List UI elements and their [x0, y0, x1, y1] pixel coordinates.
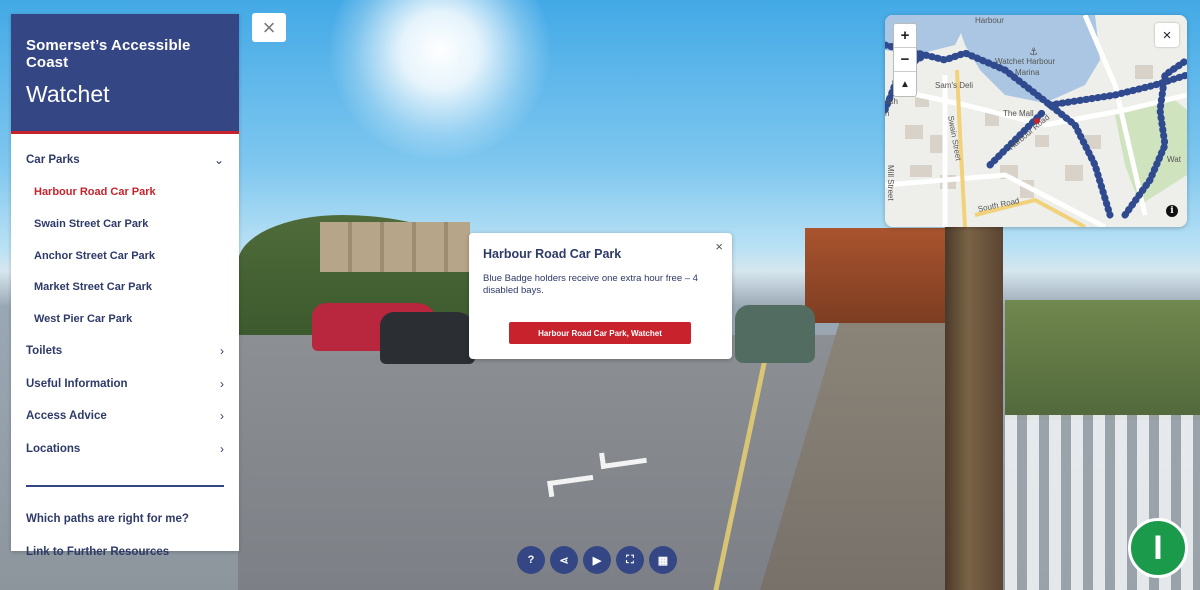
sidebar-item-label: Useful Information [26, 377, 128, 390]
sidebar-item-label: Car Parks [26, 154, 80, 167]
popup-location-button[interactable]: Harbour Road Car Park, Watchet [509, 322, 691, 344]
map-label-harbour: Harbour [975, 16, 1004, 25]
car-park-item-market-street[interactable]: Market Street Car Park [26, 272, 224, 304]
compass-icon[interactable]: ▲ [894, 72, 916, 96]
sidebar-item-toilets[interactable]: Toilets › [26, 335, 224, 368]
popup-close-icon[interactable]: × [715, 239, 723, 254]
map-label-mill-street: Mill Street [886, 165, 895, 201]
map-label-marina: Watchet Harbour [995, 57, 1056, 66]
houses [320, 222, 470, 272]
sidebar-item-locations[interactable]: Locations › [26, 432, 224, 465]
buildings [805, 228, 945, 323]
sidebar-header: Somerset’s Accessible Coast Watchet [11, 14, 239, 134]
map-label-partial: ush [885, 97, 898, 106]
sidebar-item-useful-information[interactable]: Useful Information › [26, 367, 224, 400]
chevron-right-icon: › [220, 441, 224, 456]
map-label-the-mall: The Mall [1003, 109, 1034, 118]
sidebar-divider [26, 484, 224, 487]
car [380, 312, 475, 364]
close-icon: × [262, 14, 276, 40]
map-label-marina-2: Marina [1015, 68, 1040, 77]
sidebar-item-label: Toilets [26, 345, 63, 358]
info-icon[interactable]: i [1166, 205, 1178, 217]
map-label-deli: Sam's Deli [935, 81, 973, 90]
help-button[interactable]: ? [517, 546, 545, 574]
info-button[interactable]: I [1128, 518, 1188, 578]
car-park-item-harbour-road[interactable]: Harbour Road Car Park [26, 177, 224, 209]
link-further-resources[interactable]: Link to Further Resources [26, 535, 224, 568]
map-zoom-controls: + − ▲ [893, 23, 917, 97]
zoom-out-button[interactable]: − [894, 48, 916, 72]
share-icon: ⋖ [559, 554, 569, 567]
car [735, 305, 815, 363]
map-close-button[interactable]: × [1155, 23, 1179, 47]
map-label-partial: Wat [1167, 155, 1181, 164]
info-icon: I [1153, 528, 1163, 567]
mini-map[interactable]: ⚓ Harbour Watchet Harbour Marina Sam's D… [885, 15, 1187, 227]
car-park-item-anchor-street[interactable]: Anchor Street Car Park [26, 240, 224, 272]
play-button[interactable]: ▶ [583, 546, 611, 574]
fullscreen-icon: ⛶ [626, 553, 634, 566]
telegraph-pole [945, 220, 1003, 590]
car-park-popup: Harbour Road Car Park × Blue Badge holde… [469, 233, 732, 359]
share-button[interactable]: ⋖ [550, 546, 578, 574]
car-park-item-swain-street[interactable]: Swain Street Car Park [26, 208, 224, 240]
chevron-right-icon: › [220, 376, 224, 391]
viewer-toolbar: ? ⋖ ▶ ⛶ ▦ [517, 546, 677, 574]
sidebar-nav: Car Parks ⌄ Harbour Road Car Park Swain … [11, 144, 239, 568]
play-icon: ▶ [592, 554, 602, 567]
sidebar: Somerset’s Accessible Coast Watchet Car … [11, 14, 239, 558]
popup-title: Harbour Road Car Park [483, 247, 622, 261]
grass [1005, 300, 1200, 420]
map-label-partial: n [885, 109, 890, 118]
popup-description: Blue Badge holders receive one extra hou… [483, 273, 698, 296]
chevron-down-icon: ⌄ [213, 153, 224, 168]
help-icon: ? [527, 554, 535, 566]
zoom-in-button[interactable]: + [894, 24, 916, 48]
map-button[interactable]: ▦ [649, 546, 677, 574]
sidebar-item-label: Access Advice [26, 410, 107, 423]
car-park-item-west-pier[interactable]: West Pier Car Park [26, 303, 224, 335]
sidebar-item-access-advice[interactable]: Access Advice › [26, 400, 224, 433]
sidebar-item-label: Locations [26, 442, 81, 455]
site-title: Somerset’s Accessible Coast [26, 37, 191, 71]
map-icon: ▦ [657, 554, 669, 567]
chevron-right-icon: › [220, 409, 224, 424]
sun-glare [330, 0, 550, 160]
close-icon: × [1162, 26, 1172, 44]
sidebar-item-car-parks[interactable]: Car Parks ⌄ [26, 144, 224, 177]
fullscreen-button[interactable]: ⛶ [616, 546, 644, 574]
close-sidebar-button[interactable]: × [252, 13, 286, 42]
chevron-right-icon: › [220, 344, 224, 359]
location-title: Watchet [26, 81, 110, 107]
link-which-paths[interactable]: Which paths are right for me? [26, 503, 224, 536]
